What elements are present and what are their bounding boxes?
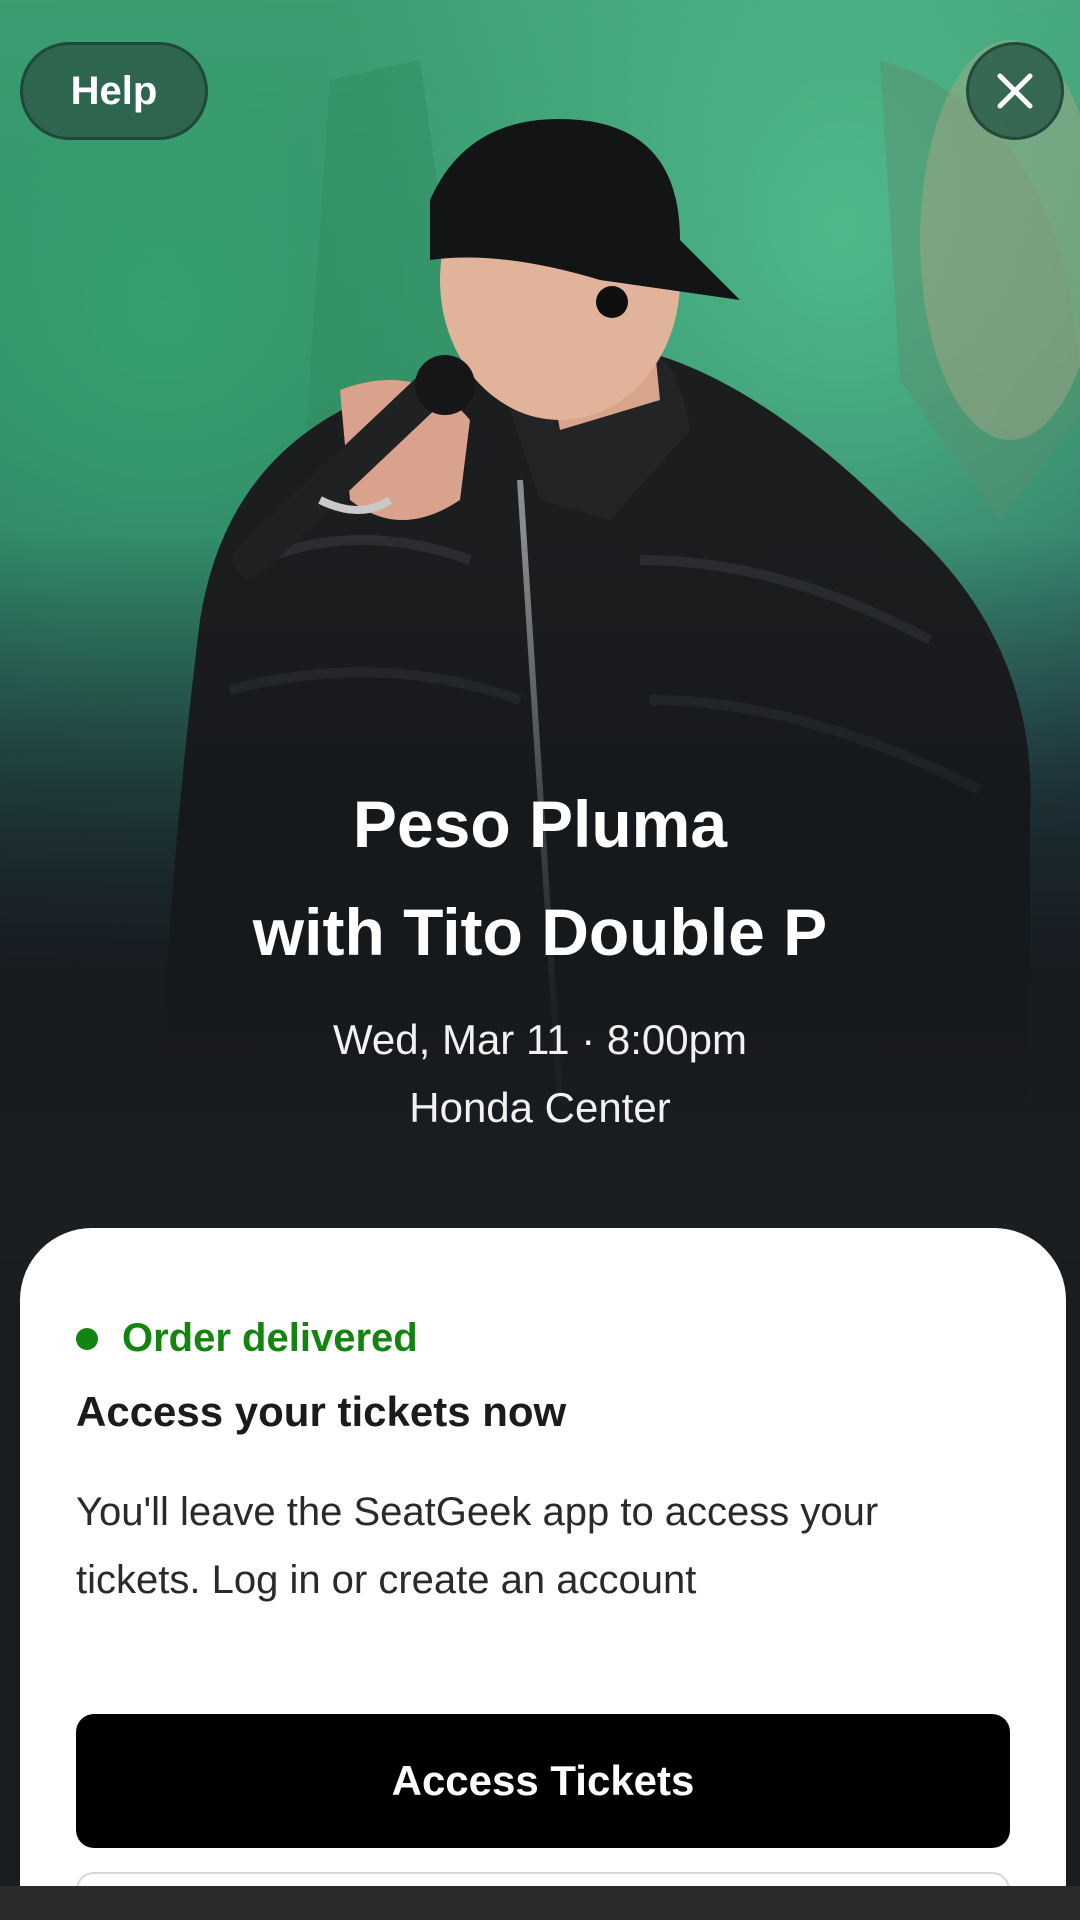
event-info: Peso Pluma with Tito Double P Wed, Mar 1… — [0, 770, 1080, 1142]
help-button[interactable]: Help — [20, 42, 208, 140]
event-title-line1: Peso Pluma — [352, 787, 728, 861]
event-venue: Honda Center — [409, 1084, 671, 1131]
event-title-line2: with Tito Double P — [252, 895, 828, 969]
order-card: Order delivered Access your tickets now … — [20, 1228, 1066, 1920]
status-dot-icon — [76, 1327, 98, 1350]
close-button[interactable] — [966, 42, 1064, 140]
close-icon — [997, 73, 1033, 109]
card-heading: Access your tickets now — [76, 1388, 567, 1435]
event-datetime: Wed, Mar 11 · 8:00pm — [333, 1016, 747, 1063]
order-status: Order delivered — [76, 1316, 418, 1361]
card-body-text: You'll leave the SeatGeek app to access … — [76, 1490, 879, 1602]
system-navigation-bar — [0, 1886, 1080, 1920]
order-status-label: Order delivered — [122, 1316, 418, 1360]
access-tickets-button[interactable]: Access Tickets — [76, 1714, 1010, 1848]
ticket-screen: Help Peso Pluma with Tito Double P Wed, … — [0, 0, 1080, 1920]
